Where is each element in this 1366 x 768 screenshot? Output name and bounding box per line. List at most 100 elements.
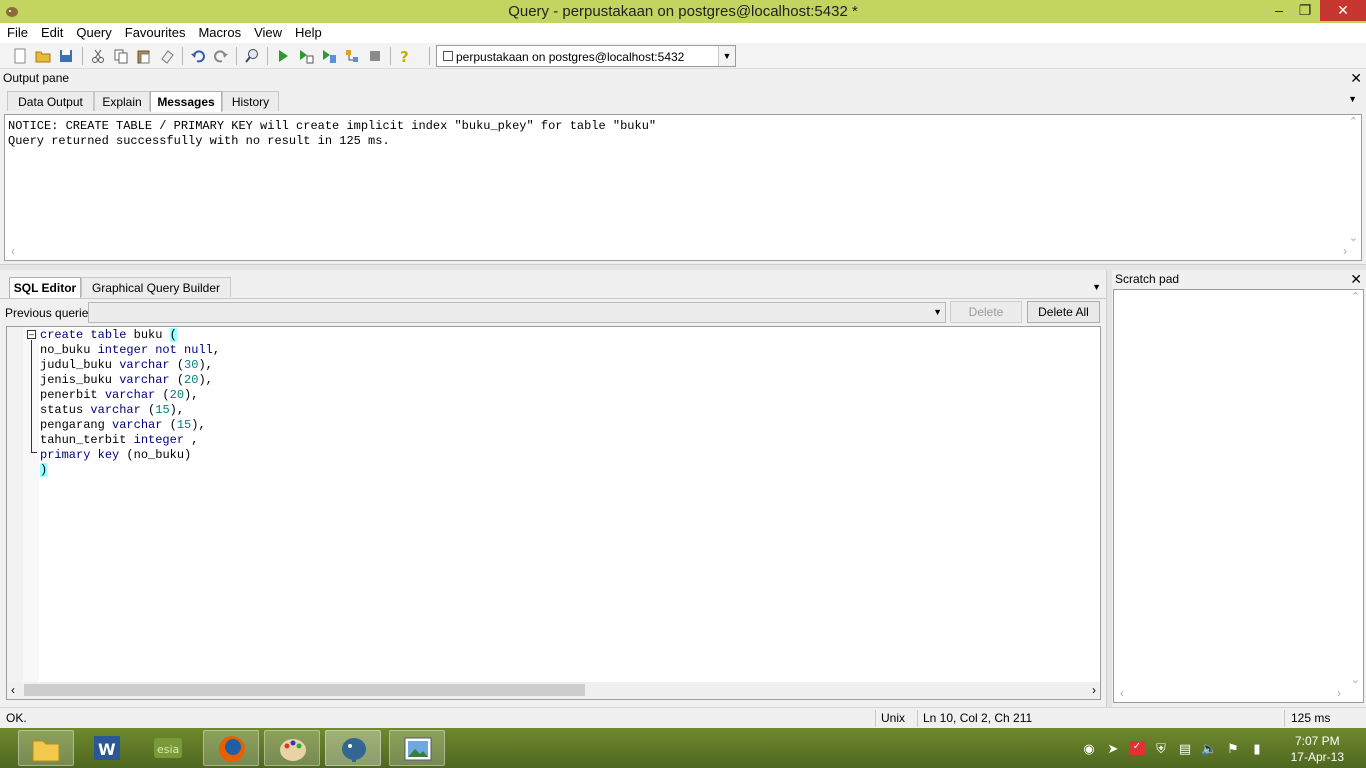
delete-all-button[interactable]: Delete All xyxy=(1027,301,1100,323)
scroll-right-icon[interactable]: › xyxy=(1337,686,1341,700)
copy-icon[interactable] xyxy=(113,48,129,64)
menu-macros[interactable]: Macros xyxy=(191,23,247,40)
horizontal-scrollbar[interactable]: ‹ › xyxy=(7,682,1100,699)
execute-to-file-icon[interactable] xyxy=(298,48,314,64)
output-pane-title: Output pane xyxy=(0,69,1366,86)
firefox-taskbar-button[interactable] xyxy=(203,730,259,766)
photo-viewer-taskbar-button[interactable] xyxy=(389,730,445,766)
app-taskbar-button[interactable]: esia xyxy=(140,730,196,766)
close-scratch-pad-icon[interactable]: ✕ xyxy=(1350,271,1362,288)
editor-tabs: SQL Editor Graphical Query Builder ▼ xyxy=(9,277,1101,298)
status-cursor-position: Ln 10, Col 2, Ch 211 xyxy=(923,711,1033,725)
scroll-right-icon[interactable]: › xyxy=(1343,244,1347,258)
sql-code: create table buku ( no_buku integer not … xyxy=(40,328,221,477)
word-taskbar-button[interactable]: W xyxy=(79,730,135,766)
menu-favourites[interactable]: Favourites xyxy=(118,23,192,40)
close-output-pane-icon[interactable]: ✕ xyxy=(1350,70,1362,87)
menu-view[interactable]: View xyxy=(247,23,288,40)
output-tabs: Data Output Explain Messages History ▼ xyxy=(7,91,1357,112)
redo-icon[interactable] xyxy=(213,48,229,64)
menu-query[interactable]: Query xyxy=(69,23,117,40)
menu-help[interactable]: Help xyxy=(288,23,328,40)
cut-icon[interactable] xyxy=(90,48,106,64)
sql-editor[interactable]: – create table buku ( no_buku integer no… xyxy=(6,326,1101,700)
messages-text[interactable]: NOTICE: CREATE TABLE / PRIMARY KEY will … xyxy=(4,114,1362,261)
scroll-left-icon[interactable]: ‹ xyxy=(11,244,15,258)
paste-icon[interactable] xyxy=(136,48,152,64)
title-bar: Query - perpustakaan on postgres@localho… xyxy=(0,0,1366,23)
antivirus-tray-icon[interactable]: ✓ xyxy=(1129,741,1145,755)
editor-pane: SQL Editor Graphical Query Builder ▼ Pre… xyxy=(0,270,1106,707)
new-file-icon[interactable] xyxy=(12,48,28,64)
window-title: Query - perpustakaan on postgres@localho… xyxy=(508,3,858,20)
power-tray-icon[interactable]: ▮ xyxy=(1249,741,1265,756)
pgadmin-taskbar-button[interactable] xyxy=(325,730,381,766)
tab-graphical-query-builder[interactable]: Graphical Query Builder xyxy=(81,277,231,297)
previous-queries-label: Previous queries xyxy=(5,306,95,320)
toolbar: ? perpustakaan on postgres@localhost:543… xyxy=(0,43,1366,69)
scrollbar-thumb[interactable] xyxy=(24,684,585,696)
save-icon[interactable] xyxy=(58,48,74,64)
tab-explain[interactable]: Explain xyxy=(94,91,150,111)
menu-edit[interactable]: Edit xyxy=(34,23,69,40)
explain-query-icon[interactable] xyxy=(321,48,337,64)
status-query-time: 125 ms xyxy=(1291,711,1331,725)
clock[interactable]: 7:07 PM 17-Apr-13 xyxy=(1291,733,1344,765)
green-app-icon: esia xyxy=(154,738,182,758)
tab-history[interactable]: History xyxy=(222,91,279,111)
tab-data-output[interactable]: Data Output xyxy=(7,91,94,111)
shield-tray-icon[interactable]: ⛨ xyxy=(1153,741,1169,756)
restore-button[interactable]: ❐ xyxy=(1291,0,1319,21)
volume-tray-icon[interactable]: 🔈 xyxy=(1201,741,1217,756)
picture-icon xyxy=(404,737,432,761)
previous-queries-select[interactable]: ▼ xyxy=(88,302,946,323)
tab-messages[interactable]: Messages xyxy=(150,91,222,112)
find-icon[interactable] xyxy=(244,48,260,64)
scroll-up-icon[interactable]: ⌃ xyxy=(1351,290,1360,303)
chevron-down-icon[interactable]: ▼ xyxy=(718,46,735,66)
scratch-pad-text[interactable]: ⌃ ⌄ ‹ › xyxy=(1113,289,1364,703)
action-center-flag-icon[interactable]: ⚑ xyxy=(1225,741,1241,756)
result-line: Query returned successfully with no resu… xyxy=(8,134,390,148)
output-pane: Output pane ✕ Data Output Explain Messag… xyxy=(0,69,1366,264)
word-icon: W xyxy=(94,736,120,760)
clock-date: 17-Apr-13 xyxy=(1290,750,1344,764)
menu-file[interactable]: File xyxy=(0,23,34,40)
scroll-down-icon[interactable]: ⌄ xyxy=(1351,673,1360,686)
line-margin xyxy=(7,327,23,682)
connection-select[interactable]: perpustakaan on postgres@localhost:5432 … xyxy=(436,45,736,67)
svg-text:W: W xyxy=(98,740,116,759)
open-folder-icon[interactable] xyxy=(35,48,51,64)
undo-icon[interactable] xyxy=(190,48,206,64)
arrow-tray-icon[interactable]: ➤ xyxy=(1105,741,1121,756)
paint-taskbar-button[interactable] xyxy=(264,730,320,766)
explorer-taskbar-button[interactable] xyxy=(18,730,74,766)
status-message: OK. xyxy=(6,711,27,725)
connection-label: perpustakaan on postgres@localhost:5432 xyxy=(456,50,685,64)
explain-options-icon[interactable] xyxy=(344,48,360,64)
tab-sql-editor[interactable]: SQL Editor xyxy=(9,277,81,298)
scroll-right-icon[interactable]: › xyxy=(1092,683,1096,697)
delete-button[interactable]: Delete xyxy=(950,301,1022,323)
close-window-button[interactable]: ✕ xyxy=(1320,0,1366,21)
status-bar: OK. Unix Ln 10, Col 2, Ch 211 125 ms xyxy=(0,707,1366,728)
fold-toggle-icon[interactable]: – xyxy=(27,330,36,339)
network-app-tray-icon[interactable]: ◉ xyxy=(1081,741,1097,756)
scroll-down-icon[interactable]: ⌄ xyxy=(1349,231,1358,244)
editor-tabs-menu-icon[interactable]: ▼ xyxy=(1092,282,1101,292)
scroll-up-icon[interactable]: ⌃ xyxy=(1349,115,1358,128)
menu-bar: File Edit Query Favourites Macros View Help xyxy=(0,23,1366,43)
network-tray-icon[interactable]: ▤ xyxy=(1177,741,1193,756)
scroll-left-icon[interactable]: ‹ xyxy=(1120,686,1124,700)
execute-query-icon[interactable] xyxy=(275,48,291,64)
notice-line: NOTICE: CREATE TABLE / PRIMARY KEY will … xyxy=(8,119,657,133)
help-icon[interactable]: ? xyxy=(397,48,413,64)
minimize-button[interactable]: – xyxy=(1265,0,1293,21)
svg-text:esia: esia xyxy=(157,743,179,756)
tabs-menu-icon[interactable]: ▼ xyxy=(1348,94,1357,104)
eraser-icon[interactable] xyxy=(159,48,175,64)
clock-time: 7:07 PM xyxy=(1294,734,1340,748)
scroll-left-icon[interactable]: ‹ xyxy=(11,683,15,697)
folder-icon xyxy=(32,740,60,762)
cancel-query-icon[interactable] xyxy=(367,48,383,64)
